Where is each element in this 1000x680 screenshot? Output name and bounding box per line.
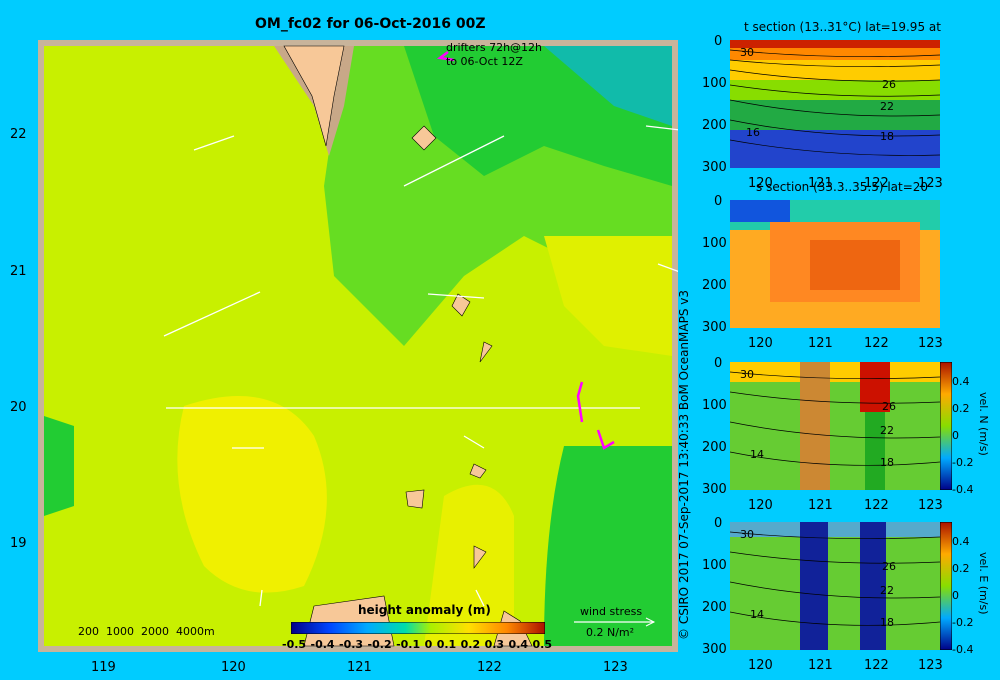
depth-tick: 100: [702, 558, 727, 573]
lat-tick-20: 20: [10, 400, 27, 415]
lon-tick: 120: [748, 658, 773, 673]
lon-tick: 120: [748, 176, 773, 191]
vn-label: 22: [880, 424, 894, 437]
lon-tick-123: 123: [603, 660, 628, 675]
cb-tick: -0.3: [339, 638, 364, 651]
height-anomaly-map: [38, 40, 678, 652]
vel-e-section-panel: 30 26 22 18 14: [730, 522, 940, 650]
s-section-title: s section (33.3..35.5) lat=20: [756, 180, 929, 194]
depth-tick: 300: [702, 320, 727, 335]
ve-label: 14: [750, 608, 764, 621]
t-label: 18: [880, 130, 894, 143]
vel-n-colorbar: [940, 362, 952, 490]
lon-tick-119: 119: [91, 660, 116, 675]
lon-tick-122: 122: [477, 660, 502, 675]
vn-label: 18: [880, 456, 894, 469]
depth-tick: 100: [702, 398, 727, 413]
depth-tick: 300: [702, 642, 727, 657]
vel-n-cb-label: vel. N (m/s): [977, 392, 990, 456]
t-label: 16: [746, 126, 760, 139]
depth-tick: 0: [714, 356, 723, 371]
t-section-panel: 30 26 22 18 16: [730, 40, 940, 168]
wind-stress-unit: 0.2 N/m²: [586, 626, 635, 639]
vel-e-cb-label: vel. E (m/s): [977, 552, 990, 615]
depth-tick: 100: [702, 236, 727, 251]
island: [405, 489, 425, 509]
cb-tick: 0: [424, 638, 433, 651]
depth-tick: 200: [702, 278, 727, 293]
map-title: OM_fc02 for 06-Oct-2016 00Z: [255, 16, 486, 32]
lon-tick: 120: [748, 498, 773, 513]
lon-tick: 121: [808, 336, 833, 351]
lon-tick-120: 120: [221, 660, 246, 675]
credit-text: © CSIRO 2017 07-Sep-2017 13:40:33 BoM Oc…: [677, 289, 691, 640]
t-label: 30: [740, 46, 754, 59]
cb-tick: -0.4: [310, 638, 335, 651]
depth-tick: 100: [702, 76, 727, 91]
lon-tick: 120: [748, 336, 773, 351]
cb-tick: -0.1: [396, 638, 421, 651]
cb-tick: -0.2: [367, 638, 392, 651]
ve-label: 22: [880, 584, 894, 597]
drifters-label-2: to 06-Oct 12Z: [446, 55, 523, 68]
lon-tick: 123: [918, 658, 943, 673]
depth-tick: 200: [702, 440, 727, 455]
lon-tick-121: 121: [347, 660, 372, 675]
t-label: 22: [880, 100, 894, 113]
drifters-label-1: drifters 72h@12h: [446, 41, 543, 54]
vel-n-section-panel: 30 26 22 18 14: [730, 362, 940, 490]
depth-tick: 200: [702, 118, 727, 133]
lon-tick: 121: [808, 176, 833, 191]
colorbar-ticks: -0.5 -0.4 -0.3 -0.2 -0.1 0 0.1 0.2 0.3 0…: [282, 638, 552, 651]
lat-tick-22: 22: [10, 127, 27, 142]
depth-tick: 200: [702, 600, 727, 615]
colorbar-title: height anomaly (m): [358, 603, 491, 617]
depth-tick: 0: [714, 516, 723, 531]
lon-tick: 121: [808, 498, 833, 513]
cb-tick: 0.5: [532, 638, 553, 651]
lon-tick: 123: [918, 498, 943, 513]
t-section-title: t section (13..31°C) lat=19.95 at: [744, 20, 941, 34]
vel-n-cb-ticks: 0.4 0.2 0 -0.2 -0.4: [952, 375, 974, 496]
lat-tick-19: 19: [10, 536, 27, 551]
lon-tick: 122: [864, 176, 889, 191]
height-anomaly-colorbar: [291, 622, 545, 634]
vel-e-colorbar: [940, 522, 952, 650]
depth-tick: 300: [702, 160, 727, 175]
vn-label: 26: [882, 400, 896, 413]
depth-tick: 0: [714, 194, 723, 209]
anomaly-green-west: [44, 416, 74, 516]
vel-e-cb-ticks: 0.4 0.2 0 -0.2 -0.4: [952, 535, 974, 656]
s-section-panel: [730, 200, 940, 328]
lat-tick-21: 21: [10, 264, 27, 279]
ve-label: 26: [882, 560, 896, 573]
depth-tick: 300: [702, 482, 727, 497]
depth-tick: 0: [714, 34, 723, 49]
lon-tick: 123: [918, 176, 943, 191]
cb-tick: 0.3: [484, 638, 505, 651]
cb-tick: -0.5: [282, 638, 307, 651]
lon-tick: 121: [808, 658, 833, 673]
cb-tick: 0.2: [460, 638, 481, 651]
vn-label: 14: [750, 448, 764, 461]
lon-tick: 122: [864, 336, 889, 351]
t-label: 26: [882, 78, 896, 91]
lon-tick: 123: [918, 336, 943, 351]
vn-label: 30: [740, 368, 754, 381]
cb-tick: 0.4: [508, 638, 529, 651]
ve-label: 30: [740, 528, 754, 541]
cb-tick: 0.1: [436, 638, 457, 651]
lon-tick: 122: [864, 658, 889, 673]
depth-legend: 200 1000 2000 4000m: [78, 625, 215, 638]
lon-tick: 122: [864, 498, 889, 513]
ve-label: 18: [880, 616, 894, 629]
